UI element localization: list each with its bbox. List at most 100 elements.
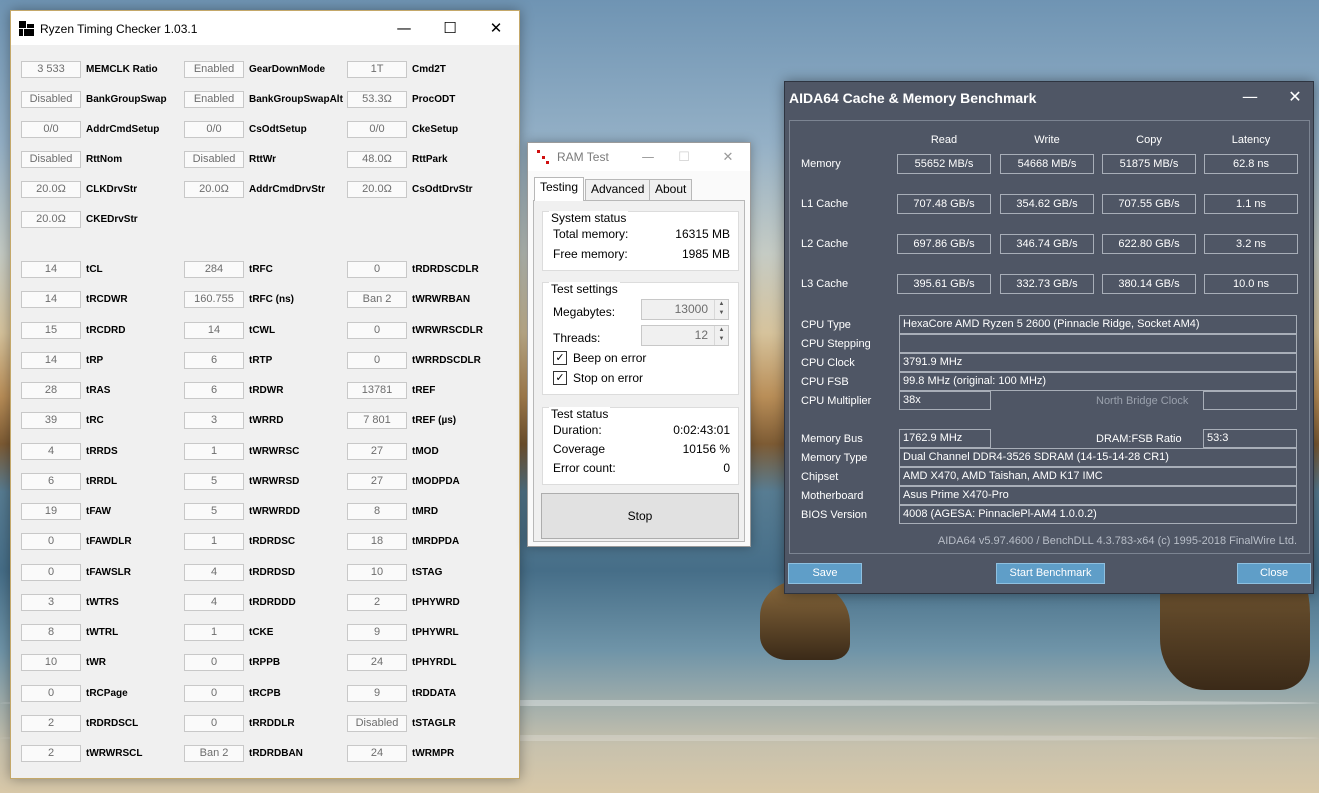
ramtest-titlebar: RAM Test — ☐ ✕	[528, 143, 750, 171]
bench-row-label: L2 Cache	[801, 238, 849, 250]
duration-row: Duration: 0:02:43:01	[553, 423, 730, 437]
header-latency: Latency	[1231, 134, 1271, 146]
timing-label: tRDWR	[249, 385, 284, 396]
timing-value-field: 0	[21, 684, 81, 702]
timing-value-field: 0	[347, 261, 407, 278]
timing-label: tSTAGLR	[412, 717, 456, 729]
timing-label: tWRWRSC	[249, 445, 300, 457]
rtc-minimize-button[interactable]: —	[381, 11, 427, 45]
timing-value-field: 0	[184, 714, 244, 732]
timing-value-field: Enabled	[184, 91, 244, 108]
nb-clock-label: North Bridge Clock	[1096, 395, 1189, 407]
timing-value-field: 20.0Ω	[184, 181, 244, 198]
bench-value-cell: 55652 MB/s	[897, 154, 991, 174]
ramtest-close-button[interactable]: ✕	[708, 143, 748, 171]
timing-value-field: 53.3Ω	[347, 91, 407, 108]
beep-on-error-checkbox[interactable]: ✓	[553, 351, 567, 365]
timing-value-field: 19	[21, 503, 81, 520]
timing-label: CsOdtSetup	[249, 124, 307, 135]
rtc-logo-icon	[19, 21, 34, 36]
timing-label: CKEDrvStr	[86, 214, 138, 225]
timing-label: tRDRDSCL	[86, 717, 139, 729]
bios-version-label: BIOS Version	[801, 509, 868, 521]
total-memory-label: Total memory:	[553, 227, 629, 241]
header-copy: Copy	[1136, 134, 1162, 146]
threads-spinner-icon[interactable]: ▲ ▼	[714, 326, 728, 345]
timing-value-field: 5	[184, 472, 244, 490]
aida-close-button[interactable]: ✕	[1273, 84, 1317, 110]
timing-value-field: 27	[347, 442, 407, 460]
ramtest-window-title: RAM Test	[557, 150, 609, 164]
timing-value-field: 9	[347, 684, 407, 702]
timing-label: tWRMPR	[412, 748, 455, 759]
stop-on-error-checkbox[interactable]: ✓	[553, 371, 567, 385]
timing-label: tWRWRSCL	[86, 748, 143, 759]
timing-value-field: Enabled	[184, 61, 244, 78]
stop-button[interactable]: Stop	[541, 493, 739, 539]
bios-version-field: 4008 (AGESA: PinnaclePl-AM4 1.0.0.2)	[899, 505, 1297, 524]
start-benchmark-button[interactable]: Start Benchmark	[996, 563, 1105, 584]
timing-label: tFAW	[86, 506, 111, 517]
system-status-group: System status Total memory: 16315 MB Fre…	[542, 211, 739, 271]
timing-value-field: 8	[347, 503, 407, 520]
rtc-close-button[interactable]: ✕	[473, 11, 519, 45]
tab-advanced[interactable]: Advanced	[585, 179, 651, 200]
timing-label: tREF (µs)	[412, 415, 457, 427]
timing-label: tWRRD	[249, 415, 284, 427]
bench-value-cell: 380.14 GB/s	[1102, 274, 1196, 294]
rtc-maximize-button[interactable]: ☐	[427, 11, 473, 45]
timing-label: AddrCmdDrvStr	[249, 184, 326, 195]
timing-label: tRRDS	[86, 445, 118, 457]
coverage-value: 10156 %	[682, 442, 730, 456]
timing-label: ProcODT	[412, 94, 456, 105]
megabytes-input[interactable]: 13000 ▲ ▼	[641, 299, 729, 320]
cpu-stepping-label: CPU Stepping	[801, 338, 871, 350]
megabytes-spinner-icon[interactable]: ▲ ▼	[714, 300, 728, 319]
timing-value-field: 10	[347, 563, 407, 581]
close-button[interactable]: Close	[1237, 563, 1311, 584]
timing-value-field: 1	[184, 624, 244, 641]
timing-label: BankGroupSwap	[86, 94, 167, 105]
free-memory-row: Free memory: 1985 MB	[553, 247, 730, 261]
timing-label: tRDRDSC	[249, 536, 296, 548]
memory-type-label: Memory Type	[801, 452, 868, 464]
testing-tab-panel: System status Total memory: 16315 MB Fre…	[533, 200, 745, 542]
megabytes-value: 13000	[674, 302, 708, 316]
timing-label: tWRWRDD	[249, 506, 300, 517]
aida-minimize-button[interactable]: —	[1228, 84, 1272, 110]
stop-on-error-label[interactable]: Stop on error	[573, 371, 643, 385]
bench-value-cell: 1.1 ns	[1204, 194, 1298, 214]
timing-value-field: Disabled	[21, 151, 81, 168]
timing-label: tRDRDBAN	[249, 748, 303, 759]
timing-label: tRDRDDD	[249, 596, 296, 608]
dram-ratio-label: DRAM:FSB Ratio	[1096, 433, 1182, 445]
timing-label: tCWL	[249, 324, 276, 336]
ramtest-minimize-button[interactable]: —	[628, 143, 668, 171]
header-write: Write	[1034, 134, 1060, 146]
timing-value-field: 39	[21, 412, 81, 430]
cpu-multiplier-field: 38x	[899, 391, 991, 410]
timing-value-field: 0/0	[184, 121, 244, 138]
tab-about[interactable]: About	[649, 179, 693, 200]
cpu-fsb-label: CPU FSB	[801, 376, 849, 388]
bench-value-cell: 62.8 ns	[1204, 154, 1298, 174]
threads-input[interactable]: 12 ▲ ▼	[641, 325, 729, 346]
timing-label: tRCDRD	[86, 324, 126, 336]
ramtest-maximize-button[interactable]: ☐	[664, 143, 704, 171]
timing-value-field: Disabled	[347, 714, 407, 732]
timing-label: CkeSetup	[412, 124, 459, 135]
error-count-label: Error count:	[553, 461, 616, 475]
timing-label: tWR	[86, 657, 106, 669]
total-memory-value: 16315 MB	[675, 227, 730, 241]
chipset-label: Chipset	[801, 471, 839, 483]
system-status-title: System status	[549, 211, 629, 225]
tab-testing[interactable]: Testing	[534, 177, 585, 201]
save-button[interactable]: Save	[788, 563, 862, 584]
timing-label: tRCDWR	[86, 294, 128, 306]
timing-value-field: 27	[347, 472, 407, 490]
beep-on-error-label[interactable]: Beep on error	[573, 351, 646, 365]
timing-value-field: 28	[21, 382, 81, 399]
rtc-window: Ryzen Timing Checker 1.03.1 — ☐ ✕ 3 533 M…	[10, 10, 520, 779]
timing-value-field: Disabled	[184, 151, 244, 168]
timing-value-field: 24	[347, 654, 407, 672]
